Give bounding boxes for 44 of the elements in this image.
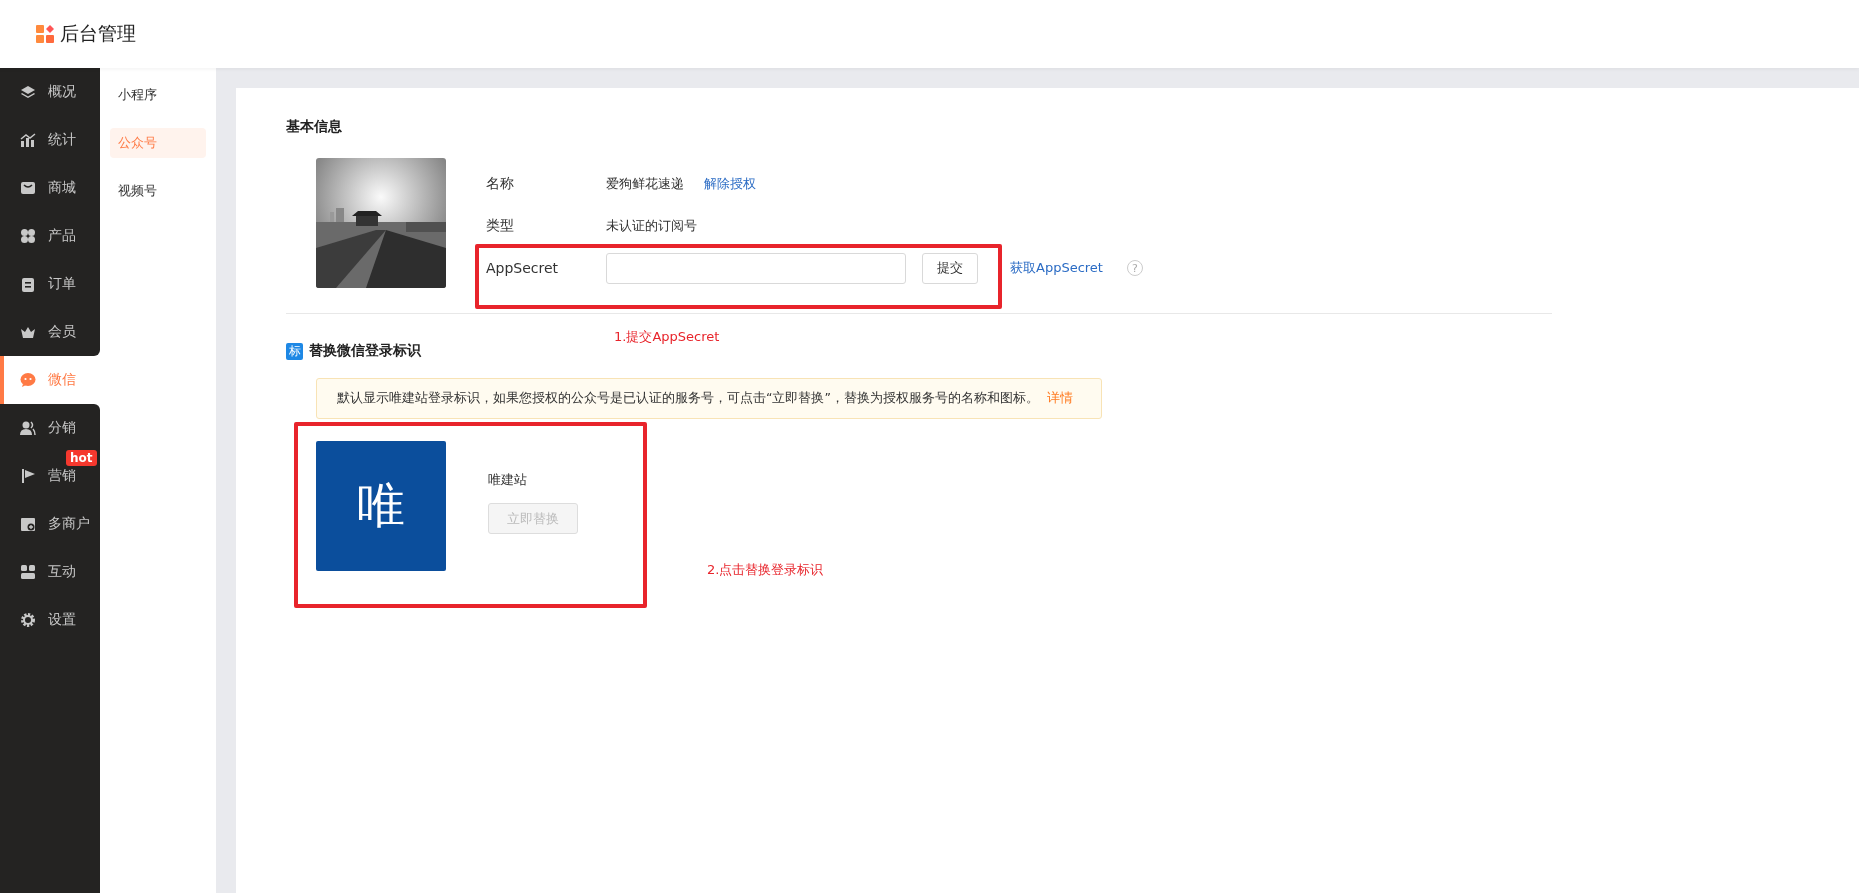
section-title: 基本信息 (286, 118, 342, 136)
account-name: 爱狗鲜花速递 (606, 175, 684, 193)
unauthorize-link[interactable]: 解除授权 (704, 175, 756, 193)
sidebar-item[interactable]: 统计 (0, 116, 100, 164)
clipboard-icon (20, 276, 36, 292)
submenu-item[interactable]: 小程序 (110, 80, 206, 110)
sidebar-item[interactable]: 订单 (0, 260, 100, 308)
blocks-icon (20, 564, 36, 580)
field-label: 名称 (486, 174, 515, 193)
chat-icon (20, 372, 36, 388)
site-logo: 唯 (316, 441, 446, 571)
field-label: 类型 (486, 216, 515, 235)
flag-icon (20, 468, 36, 484)
sidebar-item[interactable]: 互动 (0, 548, 100, 596)
store-icon (20, 516, 36, 532)
sidebar-item[interactable]: hot 营销 (0, 452, 100, 500)
logo-icon (36, 25, 54, 43)
layers-icon (20, 84, 36, 100)
notice-text: 默认显示唯建站登录标识，如果您授权的公众号是已认证的服务号，可点击“立即替换”，替换为授权服务号的名称和图标。 (337, 390, 1039, 407)
hot-badge: hot (66, 450, 97, 466)
annotation-text: 2.点击替换登录标识 (707, 561, 824, 579)
sidebar-item[interactable]: 多商户 (0, 500, 100, 548)
submenu-item[interactable]: 视频号 (110, 176, 206, 206)
app-title: 后台管理 (60, 21, 136, 46)
users-icon (20, 420, 36, 436)
section-title: 替换微信登录标识 (309, 342, 421, 360)
tag-icon: 标 (286, 342, 303, 360)
bag-icon (20, 180, 36, 196)
field-label: AppSecret (486, 259, 560, 278)
sidebar-item[interactable]: 概况 (0, 68, 100, 116)
site-name: 唯建站 (488, 471, 528, 489)
grid-icon (20, 228, 36, 244)
appsecret-field[interactable] (606, 252, 906, 284)
sidebar-item[interactable]: 产品 (0, 212, 100, 260)
sidebar-item[interactable]: 分销 (0, 404, 100, 452)
get-appsecret-link[interactable]: 获取AppSecret (1010, 259, 1103, 277)
sidebar-item[interactable]: 设置 (0, 596, 100, 644)
account-type: 未认证的订阅号 (606, 217, 697, 235)
annotation-text: 1.提交AppSecret (614, 328, 720, 346)
submit-button[interactable]: 提交 (922, 252, 978, 284)
settings-icon (20, 612, 36, 628)
sidebar-item[interactable]: 商城 (0, 164, 100, 212)
chart-icon (20, 132, 36, 148)
sidebar-item[interactable]: 会员 (0, 308, 100, 356)
